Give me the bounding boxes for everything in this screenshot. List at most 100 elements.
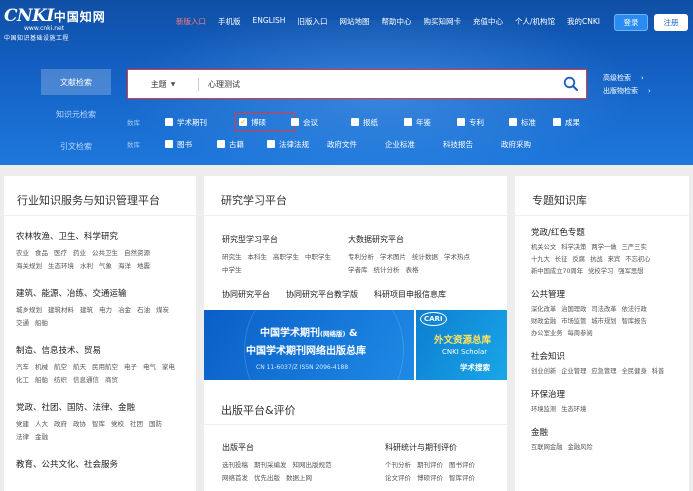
block-heading[interactable]: 科研统计与期刊评价 bbox=[385, 442, 505, 453]
filter-standard[interactable]: 标准 bbox=[509, 117, 553, 128]
category-link[interactable]: 商贸 bbox=[105, 374, 118, 387]
category-link[interactable]: 国防 bbox=[149, 418, 162, 431]
category-link[interactable]: 船舶 bbox=[35, 374, 48, 387]
category-link[interactable]: 新中国成立70周年 bbox=[531, 266, 583, 278]
block-link[interactable]: 中学生 bbox=[222, 264, 242, 277]
checkbox[interactable] bbox=[553, 118, 561, 126]
category-link[interactable]: 生态环境 bbox=[561, 404, 586, 416]
tab-knowledge-search[interactable]: 知识元检索 bbox=[41, 101, 111, 127]
category-link[interactable]: 纺织 bbox=[54, 374, 67, 387]
category-link[interactable]: 石油 bbox=[137, 304, 150, 317]
collab-teaching-link[interactable]: 协同研究平台教学版 bbox=[286, 289, 358, 300]
category-link[interactable]: 互联网金融 bbox=[531, 442, 562, 454]
nav-mobile[interactable]: 手机版 bbox=[212, 16, 247, 30]
block-link[interactable]: 博硕评价 bbox=[417, 472, 443, 485]
filter-journals[interactable]: 学术期刊 bbox=[165, 117, 239, 128]
checkbox[interactable] bbox=[291, 118, 299, 126]
checkbox[interactable] bbox=[404, 118, 412, 126]
category-link[interactable]: 信息通信 bbox=[73, 374, 99, 387]
block-link[interactable]: 表格 bbox=[406, 264, 419, 277]
filter-yearbook[interactable]: 年鉴 bbox=[404, 117, 457, 128]
category-link[interactable]: 交通 bbox=[16, 317, 29, 330]
checkbox[interactable] bbox=[351, 118, 359, 126]
category-link[interactable]: 企业管理 bbox=[561, 366, 586, 378]
category-link[interactable]: 抗战 bbox=[590, 254, 603, 266]
category-link[interactable]: 建筑 bbox=[80, 304, 93, 317]
category-link[interactable]: 人大 bbox=[35, 418, 48, 431]
search-field-select[interactable]: 主题 ▼ bbox=[128, 70, 198, 98]
block-link[interactable]: 期刊评价 bbox=[417, 459, 443, 472]
nav-my-cnki[interactable]: 我的CNKI bbox=[561, 16, 606, 30]
block-link[interactable]: 期刊采编发 bbox=[254, 459, 287, 472]
category-link[interactable]: 金融风险 bbox=[567, 442, 592, 454]
category-link[interactable]: 城市规划 bbox=[591, 316, 616, 328]
filter-ancient-books[interactable]: 古籍 bbox=[217, 139, 267, 150]
category-link[interactable]: 司法改革 bbox=[591, 304, 616, 316]
nav-sitemap[interactable]: 网站地图 bbox=[333, 16, 375, 30]
block-link[interactable]: 个刊分析 bbox=[385, 459, 411, 472]
collab-research-link[interactable]: 协同研究平台 bbox=[222, 289, 270, 300]
filter-achievement[interactable]: 成果 bbox=[553, 117, 580, 128]
nav-old-entry[interactable]: 旧版入口 bbox=[291, 16, 333, 30]
category-link[interactable]: 环境监测 bbox=[531, 404, 556, 416]
nav-buy-card[interactable]: 购买知网卡 bbox=[417, 16, 467, 30]
category-link[interactable]: 法律 bbox=[16, 431, 29, 444]
category-title[interactable]: 建筑、能源、冶练、交通运输 bbox=[16, 287, 184, 299]
block-link[interactable]: 专利分析 bbox=[348, 251, 374, 264]
category-link[interactable]: 煤炭 bbox=[156, 304, 169, 317]
tab-literature-search[interactable]: 文献检索 bbox=[41, 69, 111, 95]
category-link[interactable]: 海关规划 bbox=[16, 260, 42, 273]
category-link[interactable]: 公共卫生 bbox=[92, 247, 118, 260]
category-title[interactable]: 党政/红色专题 bbox=[531, 226, 673, 238]
block-link[interactable]: 选刊投稿 bbox=[222, 459, 248, 472]
block-link[interactable]: 本科生 bbox=[248, 251, 268, 264]
block-link[interactable]: 统计分析 bbox=[374, 264, 400, 277]
checkbox[interactable] bbox=[267, 140, 275, 148]
block-heading[interactable]: 大数据研究平台 bbox=[348, 234, 498, 245]
category-link[interactable]: 两学一做 bbox=[591, 242, 616, 254]
block-link[interactable]: 学术热点 bbox=[444, 251, 470, 264]
nav-personal-institution[interactable]: 个人/机构馆 bbox=[509, 16, 561, 30]
category-link[interactable]: 医疗 bbox=[54, 247, 67, 260]
category-link[interactable]: 电力 bbox=[99, 304, 112, 317]
category-link[interactable]: 政府 bbox=[54, 418, 67, 431]
category-title[interactable]: 制造、信息技术、贸易 bbox=[16, 344, 184, 356]
category-link[interactable]: 每周参阅 bbox=[567, 328, 592, 340]
block-link[interactable]: 高职学生 bbox=[273, 251, 299, 264]
checkbox[interactable] bbox=[457, 118, 465, 126]
category-title[interactable]: 环保治理 bbox=[531, 388, 673, 400]
block-heading[interactable]: 研究型学习平台 bbox=[222, 234, 342, 245]
category-link[interactable]: 强军思想 bbox=[618, 266, 643, 278]
nav-help[interactable]: 帮助中心 bbox=[375, 16, 417, 30]
category-link[interactable]: 民用航空 bbox=[92, 361, 118, 374]
block-link[interactable]: 学术图片 bbox=[380, 251, 406, 264]
filter-books[interactable]: 图书 bbox=[165, 139, 217, 150]
category-link[interactable]: 反腐 bbox=[572, 254, 585, 266]
category-link[interactable]: 市场监管 bbox=[561, 316, 586, 328]
filter-gov-documents[interactable]: 政府文件 bbox=[327, 139, 385, 150]
category-link[interactable]: 应急管理 bbox=[591, 366, 616, 378]
category-link[interactable]: 海洋 bbox=[118, 260, 131, 273]
checkbox-checked[interactable] bbox=[239, 118, 247, 126]
category-link[interactable]: 食品 bbox=[35, 247, 48, 260]
login-button[interactable]: 登录 bbox=[614, 14, 648, 31]
category-link[interactable]: 航空 bbox=[54, 361, 67, 374]
category-link[interactable]: 船舶 bbox=[35, 317, 48, 330]
filter-patent[interactable]: 专利 bbox=[457, 117, 509, 128]
register-button[interactable]: 注册 bbox=[654, 14, 688, 31]
category-link[interactable]: 气象 bbox=[99, 260, 112, 273]
filter-conference[interactable]: 会议 bbox=[291, 117, 351, 128]
block-link[interactable]: 数据上网 bbox=[286, 472, 312, 485]
filter-theses[interactable]: 博硕 bbox=[235, 112, 295, 132]
category-title[interactable]: 公共管理 bbox=[531, 288, 673, 300]
block-link[interactable]: 研究生 bbox=[222, 251, 242, 264]
search-input[interactable] bbox=[208, 74, 548, 94]
cnki-logo[interactable]: CNKI中国知网 www.cnki.net 中国知识基础设施工程 bbox=[4, 6, 114, 42]
category-link[interactable]: 机关公文 bbox=[531, 242, 556, 254]
journal-banner[interactable]: 中国学术期刊(网络版) & 中国学术期刊网络出版总库 CN 11-6037/Z … bbox=[204, 310, 414, 380]
category-link[interactable]: 长征 bbox=[555, 254, 568, 266]
filter-newspaper[interactable]: 报纸 bbox=[351, 117, 404, 128]
category-link[interactable]: 全民健身 bbox=[622, 366, 647, 378]
block-link[interactable]: 网络首发 bbox=[222, 472, 248, 485]
category-link[interactable]: 电气 bbox=[143, 361, 156, 374]
